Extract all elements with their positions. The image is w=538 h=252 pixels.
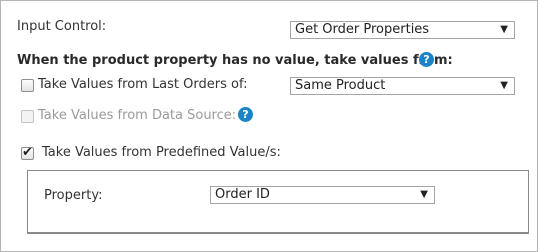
chevron-down-icon: ▼ (500, 80, 508, 91)
checkmark-icon: ✔ (22, 145, 33, 160)
last-orders-select[interactable]: Same Product ▼ (290, 77, 515, 95)
predefined-label: Take Values from Predefined Value/s: (42, 145, 281, 160)
section-title: When the product property has no value, … (17, 53, 453, 68)
last-orders-label: Take Values from Last Orders of: (38, 77, 248, 92)
data-source-checkbox (21, 110, 34, 123)
property-value: Order ID (215, 187, 270, 202)
chevron-down-icon: ▼ (420, 189, 428, 200)
data-source-label: Take Values from Data Source: (38, 108, 237, 123)
property-label: Property: (44, 188, 103, 203)
predefined-checkbox[interactable]: ✔ (21, 145, 34, 160)
input-control-value: Get Order Properties (295, 22, 430, 37)
last-orders-value: Same Product (295, 78, 386, 93)
predefined-values-box: Property: Order ID ▼ (27, 170, 529, 234)
help-icon[interactable]: ? (238, 107, 253, 122)
settings-panel: Input Control: Get Order Properties ▼ Wh… (0, 0, 538, 252)
input-control-label: Input Control: (17, 19, 107, 34)
help-icon[interactable]: ? (419, 52, 434, 67)
last-orders-checkbox[interactable] (21, 79, 34, 92)
chevron-down-icon: ▼ (500, 24, 508, 35)
property-select[interactable]: Order ID ▼ (210, 186, 435, 204)
input-control-select[interactable]: Get Order Properties ▼ (290, 21, 515, 39)
